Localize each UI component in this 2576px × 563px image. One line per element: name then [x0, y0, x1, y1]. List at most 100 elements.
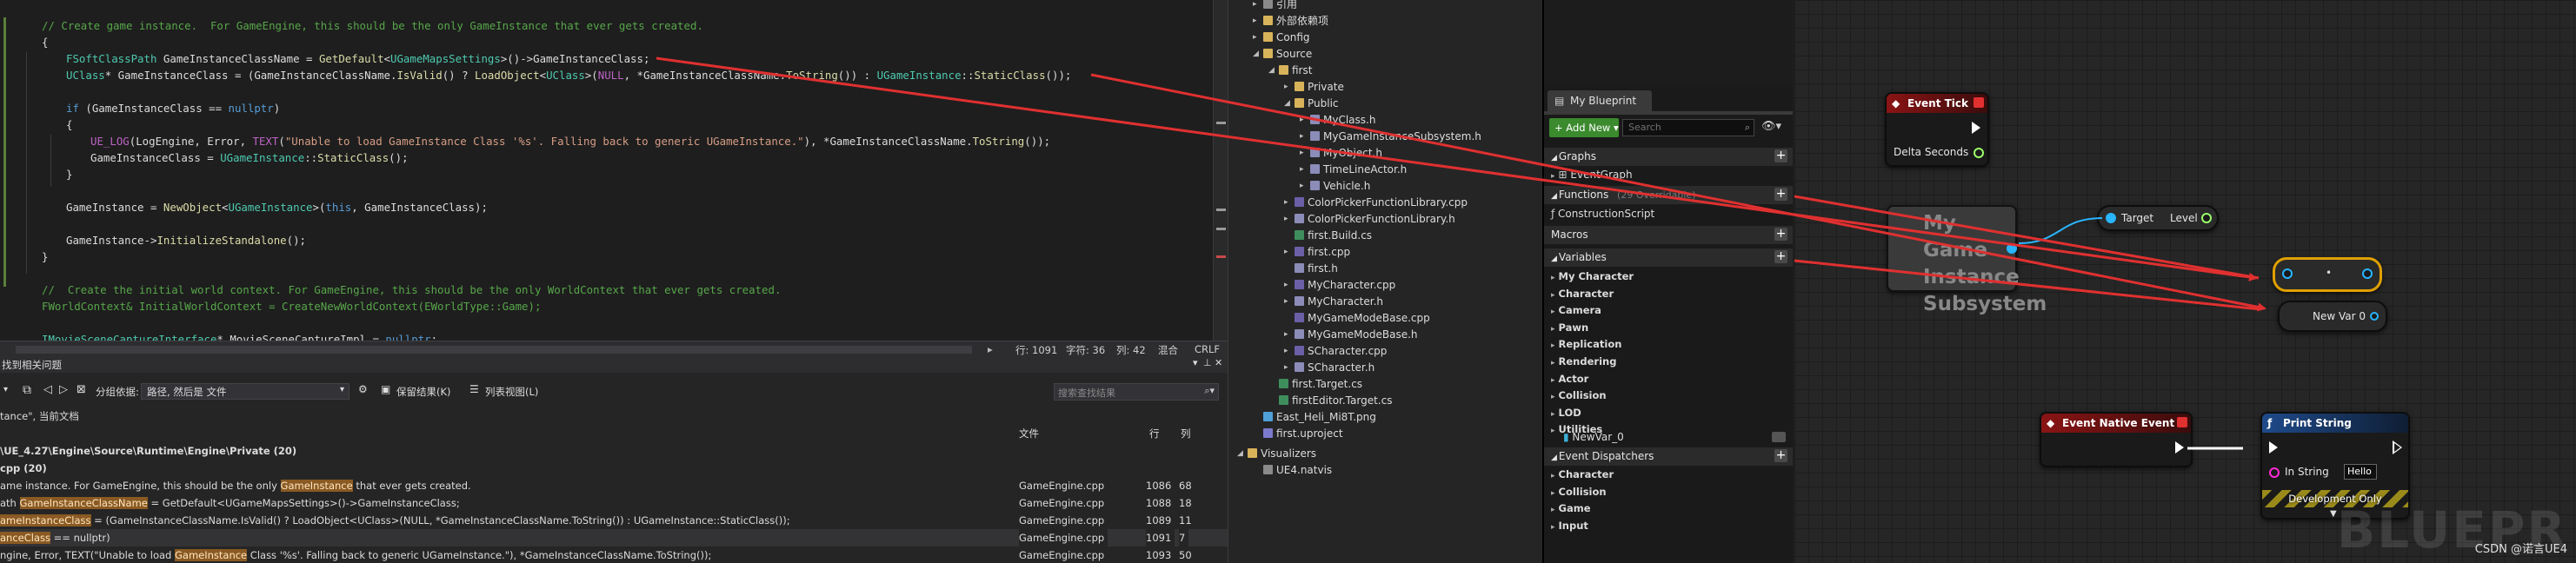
expanded-caret-icon[interactable]: ◢ — [1268, 63, 1275, 79]
code-line[interactable]: { — [66, 116, 72, 133]
functions-section-header[interactable]: ◢ Functions (29 Overridable) + — [1544, 186, 1793, 204]
collapsed-caret-icon[interactable]: ▸ — [1551, 489, 1555, 498]
get-input-pin[interactable] — [2282, 268, 2293, 279]
advanced-chevron-icon[interactable]: ▼ — [2330, 509, 2337, 519]
delta-seconds-pin[interactable] — [1974, 148, 1984, 158]
add-new-button[interactable]: + Add New ▾ — [1549, 118, 1619, 137]
level-pin[interactable] — [2201, 213, 2212, 223]
event-graph-item[interactable]: ▸ ⊞ EventGraph — [1544, 167, 1793, 183]
graphs-section-header[interactable]: ◢ Graphs + — [1544, 148, 1793, 166]
code-editor[interactable]: // Create game instance. For GameEngine,… — [0, 0, 1228, 348]
tree-item[interactable]: ◢ Public — [1284, 96, 1339, 112]
collapsed-caret-icon[interactable]: ▸ — [1284, 343, 1291, 360]
column-col[interactable]: 列 — [1181, 427, 1191, 440]
tree-item[interactable]: ▸ MyCharacter.h — [1284, 294, 1383, 310]
tree-item[interactable]: ▸ first.cpp — [1284, 244, 1350, 261]
search-icon[interactable]: ⌕▾ — [1204, 385, 1215, 397]
newvar-out-pin[interactable] — [2370, 312, 2379, 321]
result-row[interactable]: ath GameInstanceClassName = GetDefault<U… — [0, 494, 1228, 512]
tree-item[interactable]: ▸ ColorPickerFunctionLibrary.cpp — [1284, 195, 1468, 211]
collapsed-caret-icon[interactable]: ▸ — [1253, 0, 1260, 13]
collapsed-caret-icon[interactable]: ▸ — [1551, 506, 1555, 514]
collapsed-caret-icon[interactable]: ▸ — [1253, 13, 1260, 30]
variable-item[interactable]: ▮ NewVar_0 — [1544, 429, 1793, 446]
collapsed-caret-icon[interactable]: ▸ — [1551, 410, 1555, 419]
category-row[interactable]: ▸ Pawn — [1544, 320, 1793, 336]
tree-item[interactable]: ▸ MyGameModeBase.h — [1284, 327, 1418, 343]
result-row[interactable]: ame instance. For GameEngine, this shoul… — [0, 477, 1228, 494]
add-function-button[interactable]: + — [1774, 188, 1787, 201]
code-line[interactable]: GameInstanceClass = UGameInstance::Stati… — [90, 149, 409, 166]
collapsed-caret-icon[interactable]: ▸ — [1284, 327, 1291, 343]
collapsed-caret-icon[interactable]: ▸ — [1551, 376, 1555, 385]
collapsed-caret-icon[interactable]: ▸ — [1284, 294, 1291, 310]
code-line[interactable]: { — [42, 34, 48, 50]
add-macro-button[interactable]: + — [1774, 228, 1787, 241]
newvar-node[interactable]: New Var 0 — [2278, 301, 2387, 332]
collapsed-caret-icon[interactable]: ▸ — [1551, 274, 1555, 282]
collapsed-caret-icon[interactable]: ▸ — [1284, 211, 1291, 228]
category-row[interactable]: ▸ LOD — [1544, 405, 1793, 421]
keep-results-button[interactable]: 保留结果(K) — [396, 385, 451, 399]
tree-item[interactable]: ◢ first — [1268, 63, 1312, 79]
category-row[interactable]: ▸ Character — [1544, 286, 1793, 302]
category-row[interactable]: ▸ Collision — [1544, 387, 1793, 404]
in-string-pin[interactable] — [2269, 467, 2280, 478]
list-view-icon[interactable]: ☰ — [469, 383, 479, 395]
code-line[interactable]: UE_LOG(LogEngine, Error, TEXT("Unable to… — [90, 133, 1050, 149]
tree-item[interactable]: ◢ Source — [1253, 46, 1312, 63]
code-line[interactable]: GameInstance->InitializeStandalone(); — [66, 232, 306, 248]
exec-in-pin[interactable] — [2269, 441, 2278, 454]
tree-item[interactable]: ▸ 引用 — [1253, 0, 1297, 13]
keep-results-icon[interactable]: ▣ — [381, 383, 390, 395]
collapsed-caret-icon[interactable]: ▸ — [1284, 244, 1291, 261]
exec-out-pin[interactable] — [2175, 441, 2184, 454]
code-line[interactable]: FSoftClassPath GameInstanceClassName = G… — [66, 50, 649, 67]
dropdown-icon[interactable]: ▾ — [3, 385, 8, 394]
scroll-right-icon[interactable]: ▸ — [988, 343, 993, 355]
code-line[interactable]: GameInstance = NewObject<UGameInstance>(… — [66, 199, 488, 215]
collapsed-caret-icon[interactable]: ▸ — [1284, 360, 1291, 376]
code-line[interactable]: } — [42, 248, 48, 265]
blueprint-graph-canvas[interactable]: ◆ Event Tick Delta Seconds My Game Insta… — [1794, 0, 2576, 563]
variables-section-header[interactable]: ◢ Variables + — [1544, 248, 1793, 267]
tree-item[interactable]: ▸ 外部依赖项 — [1253, 13, 1328, 30]
subsystem-out-pin[interactable] — [2007, 243, 2017, 254]
expanded-caret-icon[interactable]: ◢ — [1237, 446, 1244, 462]
category-row[interactable]: ▸ Rendering — [1544, 354, 1793, 370]
column-file[interactable]: 文件 — [1019, 427, 1039, 440]
find-search-input[interactable]: 搜索查找结果 ⌕▾ — [1054, 383, 1219, 401]
category-row[interactable]: ▸ Collision — [1544, 484, 1793, 500]
editor-vertical-scrollbar[interactable] — [1213, 0, 1228, 348]
tree-item[interactable]: ▸ Private — [1284, 79, 1344, 96]
collapsed-caret-icon[interactable]: ▸ — [1551, 291, 1555, 300]
tree-item[interactable]: first.Target.cs — [1279, 376, 1362, 393]
view-options-icon[interactable]: 👁▾ — [1761, 120, 1781, 133]
clear-icon[interactable]: ⊠ — [77, 383, 86, 396]
result-path-group[interactable]: \UE_4.27\Engine\Source\Runtime\Engine\Pr… — [0, 442, 1228, 460]
collapsed-caret-icon[interactable]: ▸ — [1551, 393, 1555, 401]
collapsed-caret-icon[interactable]: ▸ — [1284, 277, 1291, 294]
group-by-dropdown[interactable]: 路径, 然后是 文件 ▾ — [141, 383, 349, 400]
code-line[interactable]: if (GameInstanceClass == nullptr) — [66, 100, 280, 116]
code-line[interactable]: // Create the initial world context. For… — [42, 282, 781, 298]
tree-item[interactable]: ▸ Vehicle.h — [1300, 178, 1370, 195]
collapsed-caret-icon[interactable]: ▸ — [1551, 523, 1555, 532]
close-icon[interactable]: ✕ — [1215, 357, 1222, 368]
collapsed-caret-icon[interactable]: ▸ — [1551, 359, 1555, 368]
tree-item[interactable]: ▸ MyObject.h — [1300, 145, 1382, 162]
add-variable-button[interactable]: + — [1774, 250, 1787, 263]
tree-item[interactable]: ▸ Config — [1253, 30, 1310, 46]
event-dispatchers-section-header[interactable]: ◢ Event Dispatchers + — [1544, 447, 1793, 466]
collapsed-caret-icon[interactable]: ▸ — [1551, 341, 1555, 350]
add-graph-button[interactable]: + — [1774, 149, 1787, 162]
subsystem-node[interactable]: My Game Instance Subsystem — [1887, 205, 2047, 315]
tree-item[interactable]: ▸ MyGameInstanceSubsystem.h — [1300, 129, 1481, 145]
settings-icon[interactable]: ⚙ — [358, 383, 368, 395]
category-row[interactable]: ▸ My Character — [1544, 268, 1793, 285]
category-row[interactable]: ▸ Character — [1544, 467, 1793, 483]
exec-out-pin[interactable] — [1972, 122, 1980, 134]
tree-item[interactable]: ◢ Visualizers — [1237, 446, 1316, 462]
selected-get-node[interactable]: • — [2273, 257, 2382, 292]
tree-item[interactable]: ▸ MyClass.h — [1300, 112, 1375, 129]
